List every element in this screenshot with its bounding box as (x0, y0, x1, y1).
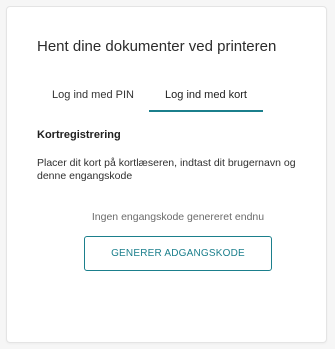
generate-code-button[interactable]: GENERER ADGANGSKODE (84, 236, 272, 271)
login-panel: Hent dine dokumenter ved printeren Log i… (6, 6, 327, 343)
tab-login-pin[interactable]: Log ind med PIN (37, 84, 149, 110)
active-tab-indicator (149, 110, 263, 112)
panel-title: Hent dine dokumenter ved printeren (37, 38, 277, 55)
section-heading: Kortregistrering (37, 129, 121, 141)
code-status-text: Ingen engangskode genereret endnu (91, 211, 265, 223)
instructions-text: Placer dit kort på kortlæseren, indtast … (37, 157, 296, 182)
login-method-tabs: Log ind med PIN Log ind med kort (37, 84, 272, 112)
tab-login-card[interactable]: Log ind med kort (149, 84, 263, 110)
